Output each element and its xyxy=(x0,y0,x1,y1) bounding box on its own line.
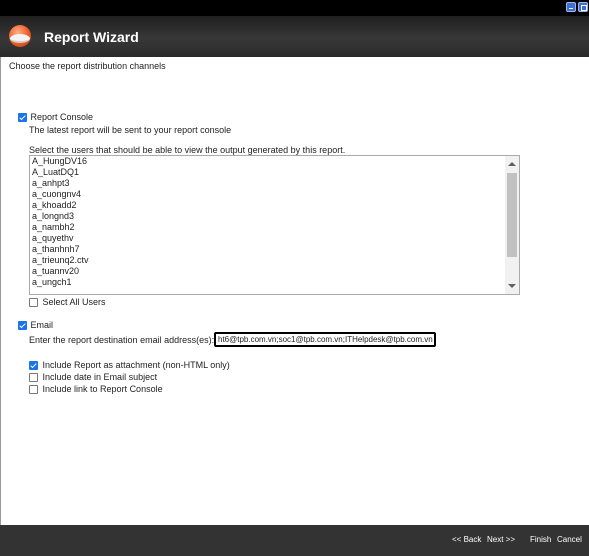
email-address-input[interactable]: ht6@tpb.com.vn;soc1@tpb.com.vn;ITHelpdes… xyxy=(214,332,436,347)
list-item[interactable]: a_nambh2 xyxy=(32,222,75,233)
include-attachment-option[interactable]: Include Report as attachment (non-HTML o… xyxy=(29,360,230,371)
report-wizard-logo-icon xyxy=(9,25,31,47)
email-label: Email xyxy=(30,320,54,330)
list-item[interactable]: A_HungDV16 xyxy=(32,156,87,167)
users-listbox[interactable]: A_HungDV16 A_LuatDQ1 a_anhpt3 a_cuongnv4… xyxy=(29,155,520,295)
list-item[interactable]: a_cuongnv4 xyxy=(32,189,81,200)
next-button[interactable]: Next >> xyxy=(487,535,515,544)
select-all-users-option[interactable]: Select All Users xyxy=(29,297,106,308)
include-date-label: Include date in Email subject xyxy=(42,372,158,382)
list-item[interactable]: a_thanhnh7 xyxy=(32,244,80,255)
users-prompt: Select the users that should be able to … xyxy=(29,145,346,155)
list-item[interactable]: a_khoadd2 xyxy=(32,200,77,211)
email-option[interactable]: Email xyxy=(18,320,54,331)
list-item[interactable]: a_quyethv xyxy=(32,233,74,244)
list-item[interactable]: a_longnd3 xyxy=(32,211,74,222)
scroll-down-arrow-icon[interactable] xyxy=(508,284,516,288)
include-date-checkbox[interactable] xyxy=(29,373,38,383)
scrollbar-thumb[interactable] xyxy=(507,173,517,257)
include-attachment-label: Include Report as attachment (non-HTML o… xyxy=(42,360,230,370)
report-console-option[interactable]: Report Console xyxy=(18,112,94,123)
report-console-label: Report Console xyxy=(30,112,94,122)
cancel-button[interactable]: Cancel xyxy=(557,535,582,544)
wizard-footer: << Back Next >> Finish Cancel xyxy=(0,525,589,556)
minimize-icon[interactable] xyxy=(566,2,576,12)
select-all-users-checkbox[interactable] xyxy=(29,298,38,308)
include-attachment-checkbox[interactable] xyxy=(29,361,38,371)
finish-button[interactable]: Finish xyxy=(530,535,551,544)
email-checkbox[interactable] xyxy=(18,321,27,331)
report-console-checkbox[interactable] xyxy=(18,113,27,123)
page-subtitle: Choose the report distribution channels xyxy=(9,61,166,71)
report-console-description: The latest report will be sent to your r… xyxy=(29,125,232,135)
include-link-label: Include link to Report Console xyxy=(42,384,163,394)
include-date-option[interactable]: Include date in Email subject xyxy=(29,372,158,383)
window-top-bar xyxy=(0,0,589,16)
wizard-header: Report Wizard xyxy=(0,16,589,57)
list-item[interactable]: a_ungch1 xyxy=(32,277,72,288)
list-item[interactable]: a_tuannv20 xyxy=(32,266,79,277)
list-item[interactable]: a_anhpt3 xyxy=(32,178,70,189)
page-title: Report Wizard xyxy=(44,29,139,45)
users-scrollbar[interactable] xyxy=(505,156,519,294)
list-item[interactable]: a_trieunq2.ctv xyxy=(32,255,89,266)
list-item[interactable]: A_LuatDQ1 xyxy=(32,167,79,178)
email-address-prompt: Enter the report destination email addre… xyxy=(29,335,215,345)
back-button[interactable]: << Back xyxy=(452,535,481,544)
scroll-up-arrow-icon[interactable] xyxy=(508,162,516,166)
content-left-border xyxy=(0,57,1,525)
restore-icon[interactable] xyxy=(578,2,588,12)
include-link-checkbox[interactable] xyxy=(29,385,38,395)
include-link-option[interactable]: Include link to Report Console xyxy=(29,384,163,395)
select-all-users-label: Select All Users xyxy=(42,297,106,307)
